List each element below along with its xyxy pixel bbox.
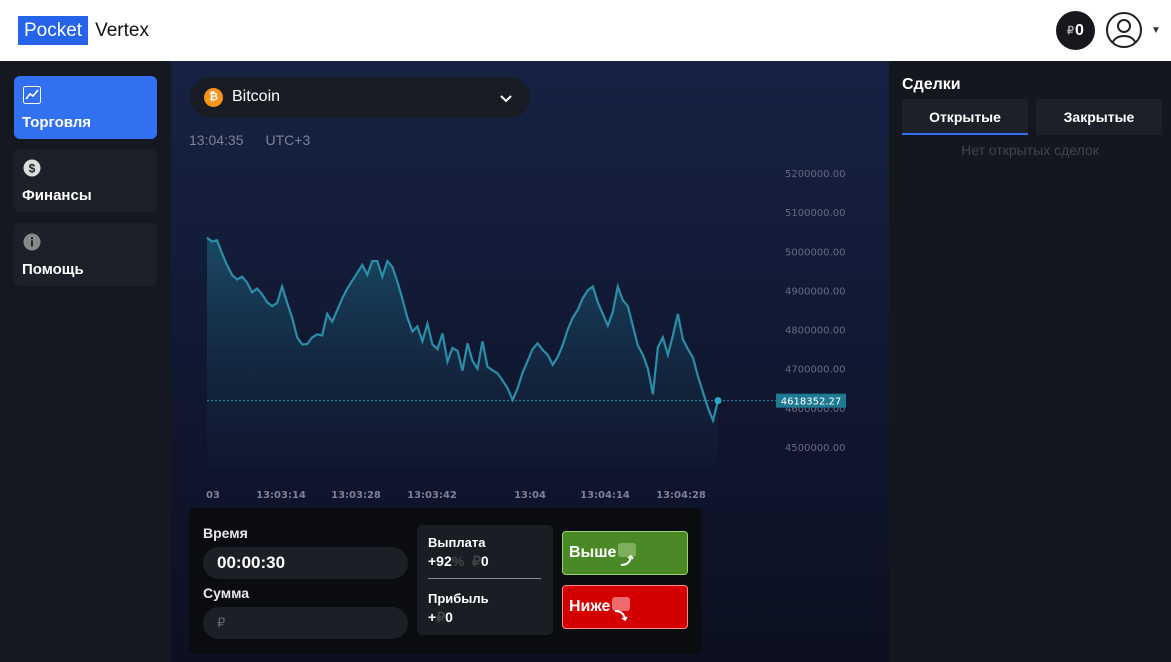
payout-box: Выплата +92% ₽0 Прибыль +₽0	[417, 525, 553, 635]
sum-input[interactable]: ₽	[203, 607, 408, 639]
y-tick-label: 5200000.00	[785, 169, 845, 180]
clock-timezone: UTC+3	[265, 132, 311, 148]
avatar[interactable]	[1106, 12, 1142, 48]
time-label: Время	[203, 525, 248, 541]
balance-value: 0	[1075, 21, 1084, 39]
sidebar-item-label: Торговля	[22, 114, 92, 131]
bitcoin-icon: ₿	[204, 88, 223, 107]
profit-label: Прибыль	[428, 591, 489, 606]
x-tick-label: 13:03:42	[407, 490, 457, 501]
arrow-up-icon	[618, 542, 637, 566]
chart-line-icon	[23, 86, 41, 104]
payout-value: +92% ₽0	[428, 553, 489, 570]
svg-text:$: $	[29, 162, 36, 176]
empty-state: Нет открытых сделок	[961, 142, 1099, 158]
deals-title: Сделки	[902, 76, 961, 93]
x-tick-label: 13:03:28	[331, 490, 381, 501]
trading-area: 5200000.00 5100000.00 5000000.00 4900000.00…	[171, 61, 889, 662]
sidebar-item-label: Финансы	[22, 187, 92, 204]
y-tick-label: 4900000.00	[785, 286, 845, 297]
y-tick-label: 4500000.00	[785, 443, 845, 454]
sum-label: Сумма	[203, 585, 250, 601]
deals-panel: Сделки Открытые Закрытые Нет открытых сд…	[889, 61, 1171, 662]
y-tick-label: 5000000.00	[785, 247, 845, 258]
clock: 13:04:35 UTC+3	[189, 132, 310, 148]
top-header: Pocket Vertex ₽ 0 ▼	[0, 0, 1171, 61]
chevron-down-icon[interactable]: ▼	[1151, 25, 1161, 36]
y-tick-label: 4800000.00	[785, 326, 845, 337]
payout-amount: 0	[480, 553, 489, 569]
payout-currency: ₽	[471, 553, 481, 569]
sidebar-item-finance[interactable]: $ Финансы	[14, 149, 157, 212]
down-button-label: Ниже	[569, 598, 611, 615]
clock-time: 13:04:35	[189, 132, 244, 148]
dollar-icon: $	[23, 159, 41, 177]
payout-percent-value: +92	[428, 553, 452, 569]
logo-box: Pocket	[18, 16, 89, 45]
up-button-label: Выше	[569, 544, 617, 561]
trade-panel: Время 00:00:30 Сумма ₽ Выплата +92% ₽0 П…	[189, 508, 702, 654]
tab-closed[interactable]: Закрытые	[1036, 99, 1162, 135]
sidebar-item-trading[interactable]: Торговля	[14, 76, 157, 139]
profit-currency: ₽	[436, 609, 446, 625]
sidebar-item-label: Помощь	[22, 261, 84, 278]
balance-currency: ₽	[1067, 25, 1075, 37]
x-tick-label: 13:04:14	[580, 490, 630, 501]
x-tick-label: 13:04:28	[656, 490, 706, 501]
up-button[interactable]: Выше	[562, 531, 688, 575]
asset-name: Bitcoin	[232, 88, 281, 105]
payout-percent-sign: %	[451, 553, 465, 569]
profit-plus: +	[428, 609, 437, 625]
y-tick-label: 4700000.00	[785, 365, 845, 376]
price-tag-label: 4618352.27	[781, 397, 841, 408]
current-price-dot	[714, 397, 722, 405]
logo-text: Vertex	[95, 20, 149, 41]
down-button[interactable]: Ниже	[562, 585, 688, 629]
tab-open[interactable]: Открытые	[902, 99, 1028, 135]
balance-badge[interactable]: ₽ 0	[1056, 11, 1095, 50]
payout-label: Выплата	[428, 535, 486, 550]
logo[interactable]: Pocket Vertex	[18, 16, 149, 45]
asset-selector[interactable]: ₿ Bitcoin	[190, 77, 530, 118]
divider	[428, 578, 541, 579]
info-icon	[23, 233, 41, 251]
y-tick-label: 5100000.00	[785, 208, 845, 219]
sidebar: Торговля $ Финансы Помощь	[0, 61, 171, 662]
arrow-down-icon	[612, 596, 631, 621]
profit-amount: 0	[445, 609, 453, 625]
x-tick-label: 13:03:14	[256, 490, 306, 501]
x-tick-label: 03	[206, 490, 220, 501]
time-input[interactable]: 00:00:30	[203, 547, 408, 579]
sidebar-item-help[interactable]: Помощь	[14, 223, 157, 286]
chevron-down-icon	[500, 95, 512, 103]
x-tick-label: 13:04	[514, 490, 546, 501]
profit-value: +₽0	[428, 609, 453, 626]
user-icon	[1112, 19, 1136, 43]
